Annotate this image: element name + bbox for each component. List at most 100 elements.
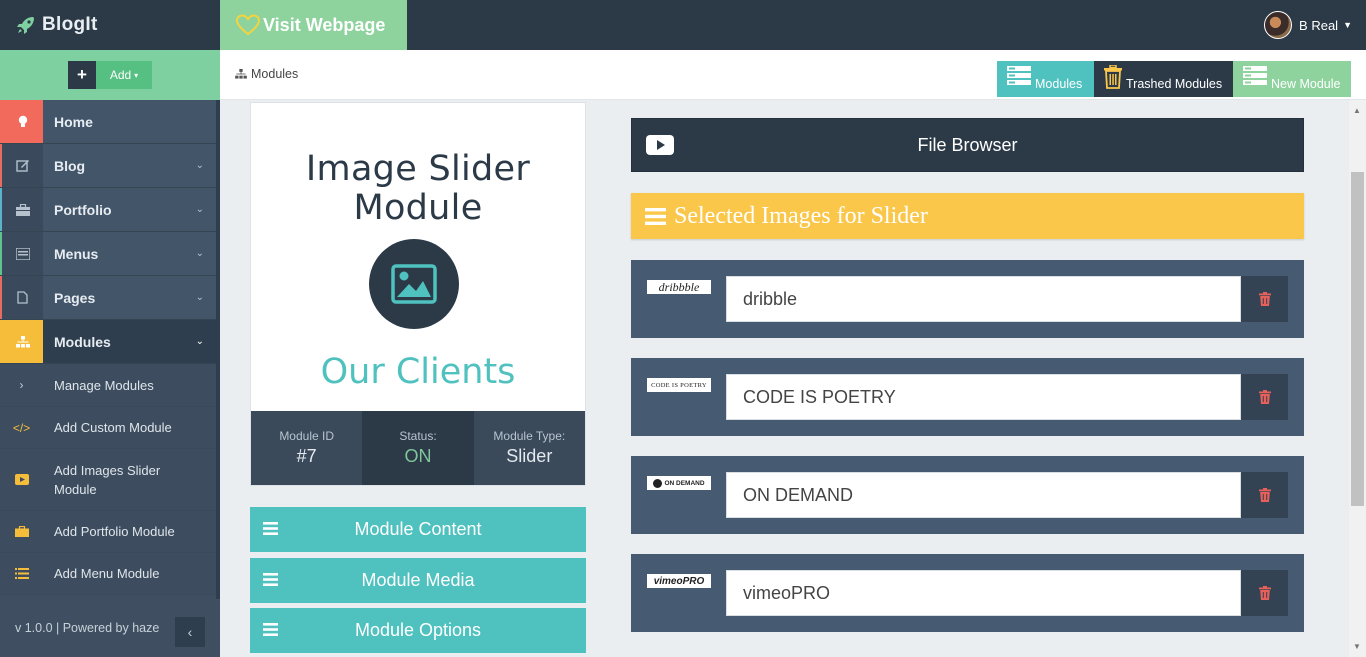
page-scrollbar[interactable]: ▲ ▼ [1349, 100, 1366, 657]
chevron-down-icon: ⌄ [195, 292, 204, 303]
bars-icon [263, 573, 278, 586]
chevron-down-icon: ⌄ [195, 248, 204, 259]
module-stats: Module ID #7 Status: ON Module Type: Sli… [251, 411, 585, 485]
submenu-add-portfolio-module[interactable]: Add Portfolio Module [0, 511, 216, 553]
chevron-right-icon: › [19, 378, 24, 392]
bars-icon [263, 623, 278, 636]
briefcase-icon [0, 526, 43, 537]
module-type-stat: Module Type: Slider [473, 411, 585, 485]
file-browser-label: File Browser [917, 134, 1018, 155]
thumbnail-text: ON DEMAND [664, 479, 705, 487]
bars-icon [263, 522, 278, 535]
scroll-down-icon[interactable]: ▼ [1353, 642, 1361, 651]
submenu-add-menu-module[interactable]: Add Menu Module [0, 553, 216, 595]
play-icon [0, 474, 43, 485]
trash-icon [1104, 65, 1122, 89]
file-icon [0, 276, 43, 319]
sidebar-item-blog[interactable]: Blog ⌄ [0, 144, 216, 188]
trash-icon [1258, 292, 1271, 306]
module-toolbar: Modules Trashed Modules New Module [997, 61, 1351, 97]
stat-value: Slider [506, 446, 553, 466]
status-stat: Status: ON [362, 411, 474, 485]
file-browser-button[interactable]: File Browser [631, 118, 1304, 172]
trash-icon [1258, 586, 1271, 600]
image-title-input[interactable]: dribble [726, 276, 1241, 322]
modules-button[interactable]: Modules [997, 61, 1094, 97]
stat-label: Module ID [279, 429, 335, 443]
image-title-input[interactable]: ON DEMAND [726, 472, 1241, 518]
sidebar-item-label: Pages [54, 289, 96, 306]
play-circle-icon [653, 478, 663, 488]
list-icon [0, 568, 43, 579]
visit-webpage-button[interactable]: Visit Webpage [220, 0, 407, 50]
scrollbar-thumb[interactable] [1351, 172, 1364, 506]
trash-icon [1258, 390, 1271, 404]
sidebar-scrollbar[interactable] [216, 100, 220, 600]
slider-image-row: ON DEMAND ON DEMAND [631, 456, 1304, 534]
new-module-button[interactable]: New Module [1233, 61, 1351, 97]
sidebar-item-label: Portfolio [54, 201, 112, 218]
scroll-up-icon[interactable]: ▲ [1353, 106, 1361, 115]
heart-icon [236, 14, 260, 36]
breadcrumb-current[interactable]: Modules [251, 67, 298, 81]
module-options-button[interactable]: Module Options [250, 608, 586, 653]
breadcrumb-bar: Modules Modules Trashed Modules New Modu… [220, 50, 1366, 100]
sidebar-item-menus[interactable]: Menus ⌄ [0, 232, 216, 276]
image-icon [369, 239, 459, 329]
image-thumbnail: ON DEMAND [647, 476, 711, 490]
submenu-add-custom-module[interactable]: </> Add Custom Module [0, 407, 216, 449]
briefcase-icon [0, 188, 43, 231]
slider-image-row: dribbble dribble [631, 260, 1304, 338]
sidebar: BlogIt + Add ▾ Home Blog ⌄ Portfolio ⌄ M… [0, 0, 220, 657]
image-title-input[interactable]: vimeoPRO [726, 570, 1241, 616]
bars-icon [645, 207, 666, 225]
thumbnail-text: CODE IS POETRY [651, 381, 707, 389]
slider-image-row: vimeoPRO vimeoPRO [631, 554, 1304, 632]
delete-image-button[interactable] [1241, 276, 1288, 322]
user-name: B Real [1299, 17, 1339, 33]
edit-icon [0, 144, 43, 187]
bulb-icon [0, 100, 43, 143]
user-menu[interactable]: B Real ▼ [1264, 11, 1352, 39]
caret-down-icon: ▾ [134, 70, 139, 80]
submenu-label: Add Menu Module [54, 566, 160, 581]
trashed-modules-button[interactable]: Trashed Modules [1094, 61, 1233, 97]
menu-list-icon [0, 232, 43, 275]
version-text: v 1.0.0 | Powered by haze [15, 621, 160, 635]
brand[interactable]: BlogIt [0, 0, 220, 50]
submenu-label: Add Portfolio Module [54, 524, 175, 539]
delete-image-button[interactable] [1241, 374, 1288, 420]
sidebar-item-home[interactable]: Home [0, 100, 216, 144]
add-dropdown-button[interactable]: Add ▾ [96, 61, 152, 89]
image-thumbnail: CODE IS POETRY [647, 378, 711, 392]
delete-image-button[interactable] [1241, 570, 1288, 616]
chevron-down-icon: ⌄ [195, 204, 204, 215]
delete-image-button[interactable] [1241, 472, 1288, 518]
module-content-button[interactable]: Module Content [250, 507, 586, 552]
add-bar: + Add ▾ [0, 50, 220, 100]
stat-label: Module Type: [493, 429, 566, 443]
module-title: Image Slider Module [305, 149, 531, 228]
trash-icon [1258, 488, 1271, 502]
plus-button[interactable]: + [68, 61, 96, 89]
sidebar-item-pages[interactable]: Pages ⌄ [0, 276, 216, 320]
chevron-down-icon: ⌄ [195, 160, 204, 171]
chevron-down-icon: ⌄ [195, 336, 204, 347]
breadcrumb: Modules [235, 67, 298, 81]
submenu-manage-modules[interactable]: › Manage Modules [0, 364, 216, 407]
modules-button-label: Modules [1035, 77, 1083, 91]
module-media-button[interactable]: Module Media [250, 558, 586, 603]
module-id-stat: Module ID #7 [251, 411, 363, 485]
caret-down-icon: ▼ [1343, 20, 1352, 30]
collapse-sidebar-button[interactable]: ‹ [175, 617, 205, 647]
slider-image-row: CODE IS POETRY CODE IS POETRY [631, 358, 1304, 436]
submenu-add-images-slider-module[interactable]: Add Images Slider Module [0, 449, 216, 511]
code-icon: </> [12, 420, 31, 435]
image-title-input[interactable]: CODE IS POETRY [726, 374, 1241, 420]
selected-images-header: Selected Images for Slider [631, 193, 1304, 239]
add-label: Add [109, 68, 132, 82]
sidebar-item-modules[interactable]: Modules ⌄ [0, 320, 216, 364]
sidebar-item-portfolio[interactable]: Portfolio ⌄ [0, 188, 216, 232]
stat-label: Status: [399, 429, 437, 443]
module-subtitle: Our Clients [320, 352, 516, 392]
